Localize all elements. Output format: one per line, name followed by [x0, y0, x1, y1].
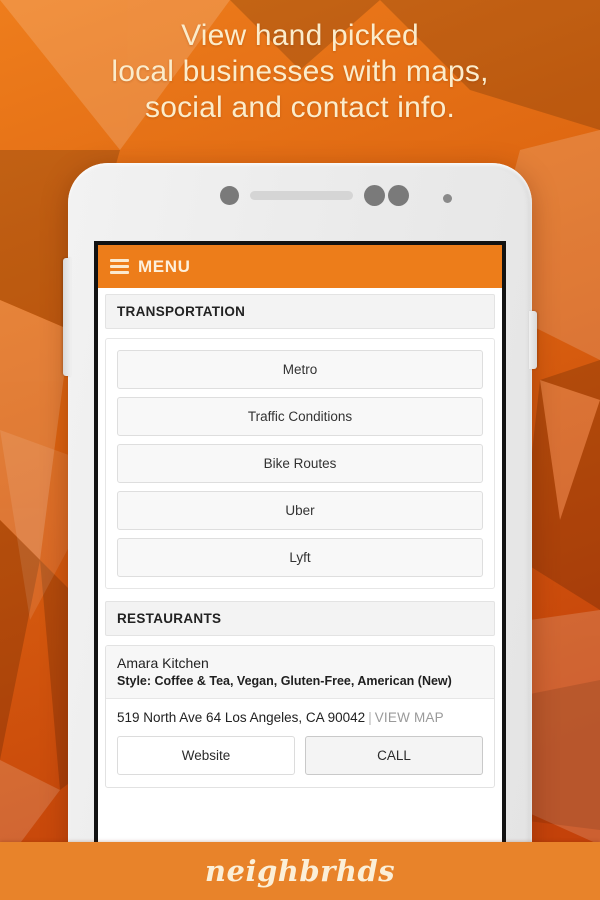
- restaurant-card-header: Amara Kitchen Style: Coffee & Tea, Vegan…: [106, 646, 494, 699]
- headline-line-3: social and contact info.: [145, 91, 455, 124]
- menu-label[interactable]: MENU: [138, 257, 190, 277]
- phone-mockup: MENU TRANSPORTATION Metro Traffic Condit…: [63, 163, 537, 883]
- transportation-button-bike-routes[interactable]: Bike Routes: [117, 444, 483, 483]
- restaurant-actions: Website CALL: [117, 736, 483, 775]
- phone-screen-frame: MENU TRANSPORTATION Metro Traffic Condit…: [94, 241, 506, 883]
- proximity-sensor-icon: [220, 186, 239, 205]
- hamburger-icon[interactable]: [110, 259, 129, 274]
- view-map-link[interactable]: VIEW MAP: [375, 710, 444, 725]
- restaurant-address: 519 North Ave 64 Los Angeles, CA 90042: [117, 710, 366, 725]
- section-header-transportation: TRANSPORTATION: [105, 294, 495, 329]
- headline-line-1: View hand picked: [181, 19, 419, 52]
- section-header-restaurants: RESTAURANTS: [105, 601, 495, 636]
- app-content: TRANSPORTATION Metro Traffic Conditions …: [98, 288, 502, 788]
- restaurant-address-row: 519 North Ave 64 Los Angeles, CA 90042 | V…: [117, 710, 483, 725]
- call-button[interactable]: CALL: [305, 736, 483, 775]
- transportation-button-lyft[interactable]: Lyft: [117, 538, 483, 577]
- website-button[interactable]: Website: [117, 736, 295, 775]
- front-camera-icon: [364, 185, 385, 206]
- transportation-button-traffic-conditions[interactable]: Traffic Conditions: [117, 397, 483, 436]
- phone-top-bezel: [68, 163, 532, 241]
- restaurant-style: Style: Coffee & Tea, Vegan, Gluten-Free,…: [117, 674, 452, 688]
- indicator-led-icon: [443, 194, 452, 203]
- restaurant-card-body: 519 North Ave 64 Los Angeles, CA 90042 | V…: [106, 699, 494, 787]
- restaurant-card[interactable]: Amara Kitchen Style: Coffee & Tea, Vegan…: [105, 645, 495, 788]
- headline: View hand picked local businesses with m…: [0, 18, 600, 126]
- transportation-button-metro[interactable]: Metro: [117, 350, 483, 389]
- headline-line-2: local businesses with maps,: [111, 55, 489, 88]
- address-divider: |: [368, 710, 372, 725]
- volume-button[interactable]: [63, 258, 71, 376]
- transportation-button-uber[interactable]: Uber: [117, 491, 483, 530]
- app-screen: MENU TRANSPORTATION Metro Traffic Condit…: [98, 245, 502, 883]
- speaker-grille: [250, 191, 353, 200]
- restaurant-name: Amara Kitchen: [117, 655, 209, 671]
- transportation-list-panel: Metro Traffic Conditions Bike Routes Ube…: [105, 338, 495, 589]
- power-button[interactable]: [529, 311, 537, 369]
- light-sensor-icon: [388, 185, 409, 206]
- app-bar: MENU: [98, 245, 502, 288]
- brand-logo: neighbrhds: [204, 854, 396, 888]
- footer-bar: neighbrhds: [0, 842, 600, 900]
